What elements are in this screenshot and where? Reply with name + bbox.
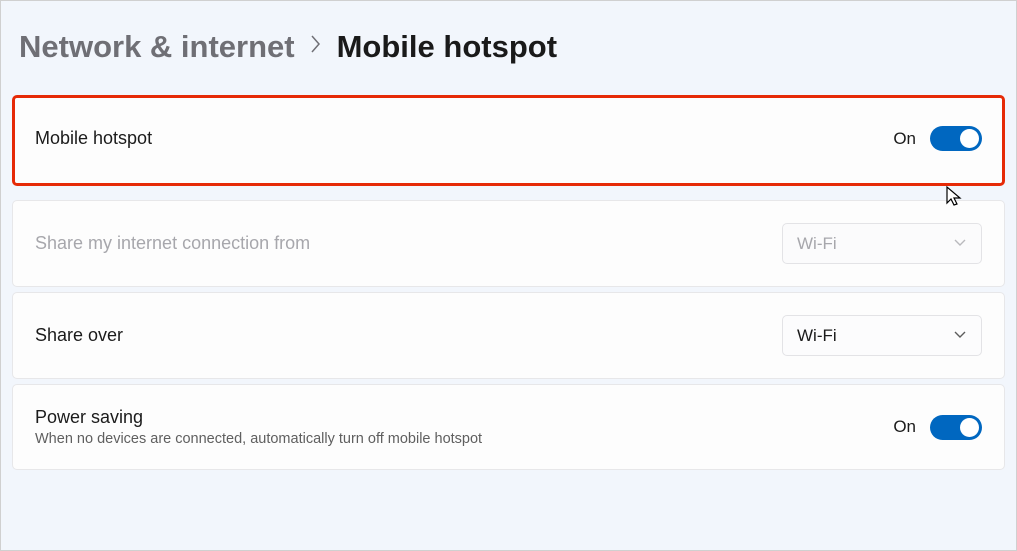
page-title: Mobile hotspot: [337, 29, 557, 65]
share-from-card: Share my internet connection from Wi-Fi: [12, 200, 1005, 287]
share-from-value: Wi-Fi: [797, 234, 837, 254]
power-saving-description: When no devices are connected, automatic…: [35, 431, 482, 447]
power-saving-state: On: [893, 417, 916, 437]
breadcrumb-parent[interactable]: Network & internet: [19, 29, 295, 65]
share-over-label: Share over: [35, 325, 123, 346]
share-over-value: Wi-Fi: [797, 326, 837, 346]
share-from-select: Wi-Fi: [782, 223, 982, 264]
hotspot-label: Mobile hotspot: [35, 128, 152, 149]
hotspot-state: On: [893, 129, 916, 149]
hotspot-toggle[interactable]: [930, 126, 982, 151]
hotspot-card: Mobile hotspot On: [12, 95, 1005, 186]
power-saving-label: Power saving: [35, 407, 482, 428]
chevron-down-icon: [953, 236, 967, 251]
power-saving-card: Power saving When no devices are connect…: [12, 384, 1005, 470]
chevron-down-icon: [953, 328, 967, 343]
share-from-label: Share my internet connection from: [35, 233, 310, 254]
share-over-card: Share over Wi-Fi: [12, 292, 1005, 379]
chevron-right-icon: [309, 33, 323, 61]
breadcrumb: Network & internet Mobile hotspot: [1, 1, 1016, 95]
power-saving-toggle[interactable]: [930, 415, 982, 440]
share-over-select[interactable]: Wi-Fi: [782, 315, 982, 356]
